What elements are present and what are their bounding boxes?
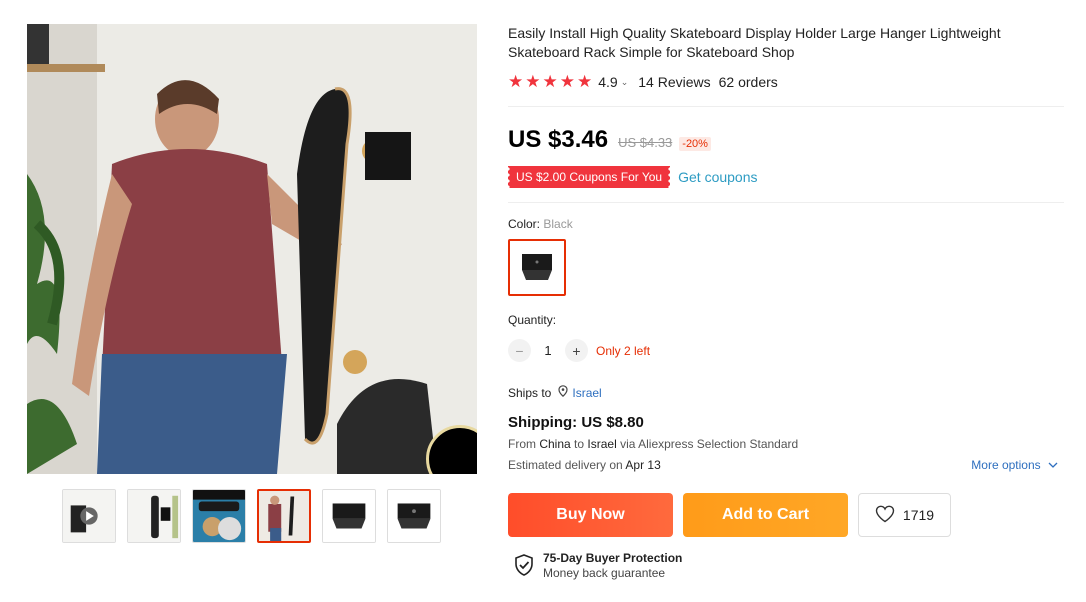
action-buttons: Buy Now Add to Cart 1719 xyxy=(508,493,1064,537)
ships-to-row: Ships to Israel xyxy=(508,385,1064,400)
heart-icon xyxy=(875,505,903,526)
shipping-cost: Shipping: US $8.80 xyxy=(508,414,644,431)
ships-to-country-link[interactable]: Israel xyxy=(572,386,601,400)
star-icon: ★ xyxy=(559,72,575,91)
thumbnail-video[interactable] xyxy=(62,489,116,543)
star-icon: ★ xyxy=(508,72,524,91)
to-country: Israel xyxy=(587,437,617,451)
stock-note: Only 2 left xyxy=(596,343,651,358)
buyer-protection: 75-Day Buyer Protection Money back guara… xyxy=(508,551,1064,581)
thumbnail-4-selected[interactable] xyxy=(257,489,311,543)
buy-now-button[interactable]: Buy Now xyxy=(508,493,673,537)
coupon-row: US $2.00 Coupons For You Get coupons xyxy=(505,166,1064,188)
delivery-prefix: Estimated delivery on xyxy=(508,458,623,472)
more-options-link[interactable]: More options xyxy=(971,458,1058,472)
increase-quantity-button[interactable]: + xyxy=(565,339,588,362)
star-rating[interactable]: ★ ★ ★ ★ ★ xyxy=(508,72,592,92)
price-row: US $3.46 US $4.33 -20% xyxy=(508,126,1064,154)
color-label: Color: Black xyxy=(508,217,1064,231)
color-swatch-black[interactable] xyxy=(508,239,566,296)
rating-row: ★ ★ ★ ★ ★ 4.9 ⌄ 14 Reviews 62 orders xyxy=(508,72,1064,92)
get-coupons-link[interactable]: Get coupons xyxy=(678,169,757,185)
to-word: to xyxy=(574,437,585,451)
shield-check-icon xyxy=(514,551,534,581)
protection-subtitle: Money back guarantee xyxy=(543,566,666,580)
current-price: US $3.46 xyxy=(508,126,609,153)
star-icon: ★ xyxy=(577,72,593,91)
rating-value[interactable]: 4.9 xyxy=(598,74,617,90)
color-label-text: Color: xyxy=(508,217,541,231)
reviews-link[interactable]: 14 Reviews xyxy=(638,74,710,90)
divider xyxy=(508,202,1064,203)
quantity-value[interactable]: 1 xyxy=(531,343,565,358)
thumbnail-strip xyxy=(62,489,441,543)
coupon-badge[interactable]: US $2.00 Coupons For You xyxy=(505,166,673,188)
divider xyxy=(508,106,1064,107)
discount-badge: -20% xyxy=(679,137,711,151)
estimated-delivery: Estimated delivery on Apr 13 xyxy=(508,458,661,472)
thumbnail-5[interactable] xyxy=(322,489,376,543)
main-product-image[interactable] xyxy=(27,24,477,474)
chevron-down-icon xyxy=(1044,458,1058,472)
shipping-from: From China to Israel via Aliexpress Sele… xyxy=(508,437,1064,451)
chevron-down-icon[interactable]: ⌄ xyxy=(621,77,629,88)
quantity-stepper: − 1 + Only 2 left xyxy=(508,339,1064,362)
star-icon: ★ xyxy=(525,72,541,91)
thumbnail-3[interactable] xyxy=(192,489,246,543)
orders-count: 62 orders xyxy=(718,74,778,90)
ships-to-label: Ships to xyxy=(508,385,552,400)
star-icon: ★ xyxy=(542,72,558,91)
thumbnail-2[interactable] xyxy=(127,489,181,543)
product-info: Easily Install High Quality Skateboard D… xyxy=(505,24,1064,581)
delivery-row: Estimated delivery on Apr 13 More option… xyxy=(508,458,1064,472)
thumbnail-6[interactable] xyxy=(387,489,441,543)
protection-text: 75-Day Buyer Protection Money back guara… xyxy=(543,551,682,581)
product-photo xyxy=(27,24,477,474)
protection-title: 75-Day Buyer Protection xyxy=(543,551,683,565)
quantity-label: Quantity: xyxy=(508,313,557,327)
color-value: Black xyxy=(543,217,573,231)
product-title: Easily Install High Quality Skateboard D… xyxy=(508,25,1001,60)
shipping-method: via Aliexpress Selection Standard xyxy=(620,437,799,451)
wishlist-button[interactable]: 1719 xyxy=(858,493,951,537)
more-options-label: More options xyxy=(971,458,1041,472)
wishlist-count: 1719 xyxy=(902,507,935,523)
delivery-date: Apr 13 xyxy=(625,458,661,472)
holder-thumbnail xyxy=(522,253,552,280)
location-pin-icon xyxy=(558,385,568,400)
from-country: China xyxy=(539,437,571,451)
original-price: US $4.33 xyxy=(618,135,673,150)
from-prefix: From xyxy=(508,437,536,451)
add-to-cart-button[interactable]: Add to Cart xyxy=(683,493,848,537)
decrease-quantity-button[interactable]: − xyxy=(508,339,531,362)
